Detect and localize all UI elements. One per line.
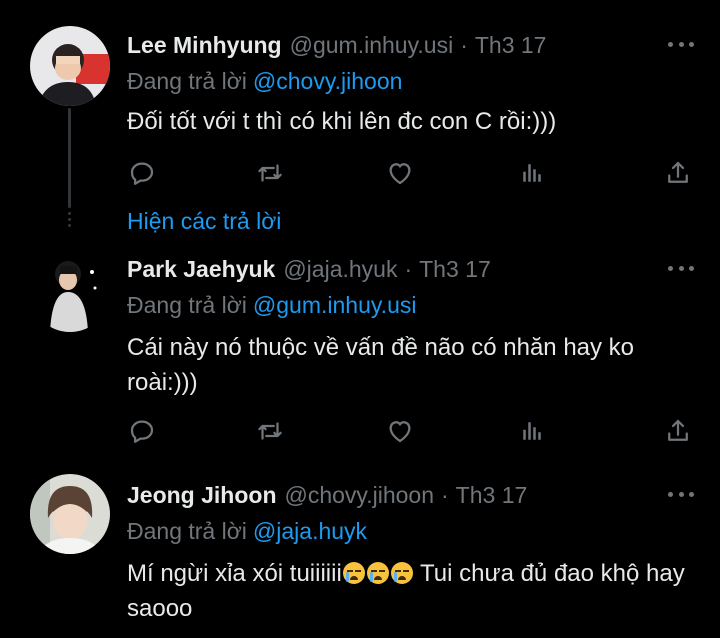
replying-to: Đang trả lời @jaja.huyk xyxy=(127,518,367,545)
like-icon[interactable] xyxy=(385,416,415,446)
mention-link[interactable]: @chovy.jihoon xyxy=(253,68,403,94)
tweet-actions xyxy=(127,158,693,188)
display-name[interactable]: Lee Minhyung xyxy=(127,32,282,59)
tweet-text: Mí ngừi xỉa xói tuiiiiii Tui chưa đủ đao… xyxy=(127,556,687,626)
retweet-icon[interactable] xyxy=(255,158,285,188)
tweet-actions xyxy=(127,416,693,446)
timestamp[interactable]: Th3 17 xyxy=(419,256,491,283)
avatar[interactable] xyxy=(30,474,110,554)
retweet-icon[interactable] xyxy=(255,416,285,446)
replying-prefix: Đang trả lời xyxy=(127,518,247,544)
mention-link[interactable]: @jaja.huyk xyxy=(253,518,367,544)
user-handle[interactable]: @jaja.hyuk xyxy=(283,256,397,283)
loudly-crying-face-icon xyxy=(342,562,365,584)
replying-prefix: Đang trả lời xyxy=(127,292,247,318)
replying-prefix: Đang trả lời xyxy=(127,68,247,94)
loudly-crying-face-icon xyxy=(366,562,389,584)
show-replies-link[interactable]: Hiện các trả lời xyxy=(127,208,281,235)
mention-link[interactable]: @gum.inhuy.usi xyxy=(253,292,417,318)
avatar[interactable] xyxy=(30,252,110,332)
timestamp[interactable]: Th3 17 xyxy=(475,32,547,59)
tweet-text: Cái này nó thuộc về vấn đề não có nhăn h… xyxy=(127,334,635,396)
separator: · xyxy=(404,256,413,282)
display-name[interactable]: Jeong Jihoon xyxy=(127,482,277,509)
more-options-icon[interactable] xyxy=(668,264,694,272)
timestamp[interactable]: Th3 17 xyxy=(456,482,528,509)
share-icon[interactable] xyxy=(663,158,693,188)
avatar[interactable] xyxy=(30,26,110,106)
reply-icon[interactable] xyxy=(127,416,157,446)
replying-to: Đang trả lời @gum.inhuy.usi xyxy=(127,292,416,319)
loudly-crying-face-icon xyxy=(390,562,413,584)
thread-line xyxy=(68,108,71,208)
tweet-text-part: Mí ngừi xỉa xói tuiiiiii xyxy=(127,560,342,587)
user-handle[interactable]: @chovy.jihoon xyxy=(285,482,435,509)
like-icon[interactable] xyxy=(385,158,415,188)
thread-dots xyxy=(68,212,71,230)
share-icon[interactable] xyxy=(663,416,693,446)
views-icon[interactable] xyxy=(517,158,547,188)
views-icon[interactable] xyxy=(517,416,547,446)
display-name[interactable]: Park Jaehyuk xyxy=(127,256,275,283)
replying-to: Đang trả lời @chovy.jihoon xyxy=(127,68,402,95)
user-handle[interactable]: @gum.inhuy.usi xyxy=(290,32,454,59)
separator: · xyxy=(441,482,449,508)
more-options-icon[interactable] xyxy=(668,40,694,48)
tweet-text: Đối tốt với t thì có khi lên đc con C rồ… xyxy=(127,108,557,135)
separator: · xyxy=(460,32,468,58)
reply-icon[interactable] xyxy=(127,158,157,188)
more-options-icon[interactable] xyxy=(668,490,694,498)
